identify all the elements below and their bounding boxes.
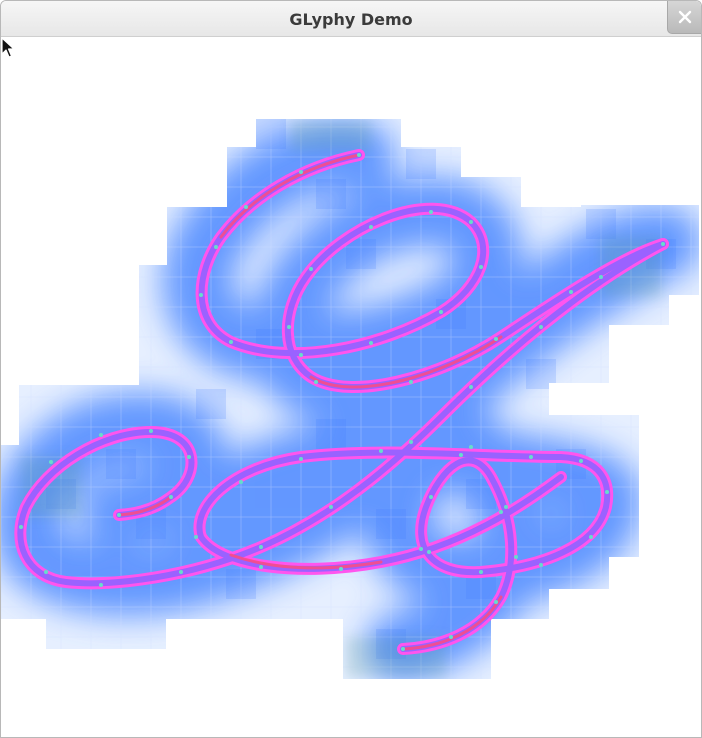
window-title: GLyphy Demo xyxy=(289,10,413,29)
close-button[interactable] xyxy=(667,1,701,34)
app-window: GLyphy Demo xyxy=(0,0,702,738)
title-bar[interactable]: GLyphy Demo xyxy=(1,1,701,37)
close-icon xyxy=(678,10,692,24)
glyph-render xyxy=(1,119,699,679)
distance-field-glow xyxy=(1,119,699,679)
mouse-pointer-icon xyxy=(1,37,15,58)
glyph-canvas[interactable] xyxy=(1,37,701,737)
